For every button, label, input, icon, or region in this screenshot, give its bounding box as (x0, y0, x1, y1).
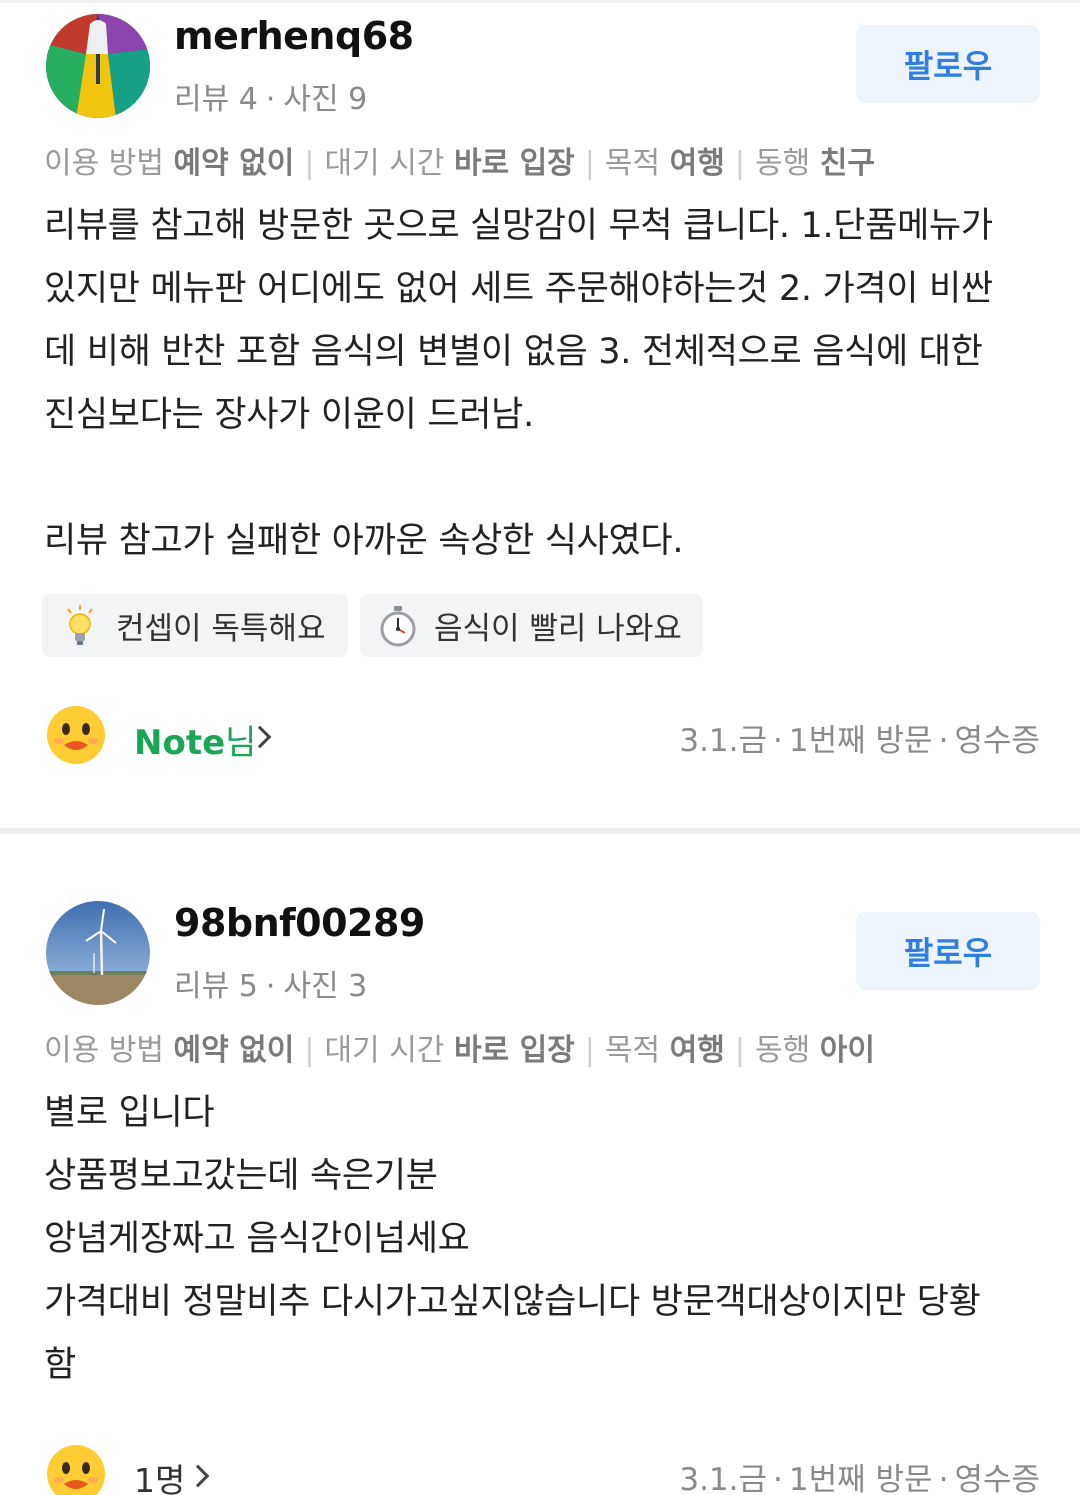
method-value: 예약 없이 (173, 146, 295, 181)
review-count: 리뷰 4 (174, 82, 258, 117)
purpose-value: 여행 (669, 146, 725, 181)
wait-label: 대기 시간 (324, 1033, 445, 1068)
visit-count: 1번째 방문 (788, 1462, 933, 1495)
visit-info: 이용 방법 예약 없이 | 대기 시간 바로 입장 | 목적 여행 | 동행 아이 (44, 1033, 875, 1068)
review-card: 98bnf00289 리뷰 5 · 사진 3 팔로우 이용 방법 예약 없이 | 대기 … (0, 836, 1080, 1495)
visit-count: 1번째 방문 (788, 723, 933, 759)
review-line: 진심보다는 장사가 이윤이 드러남. (44, 395, 534, 435)
wait-label: 대기 시간 (324, 146, 445, 181)
reaction-emoji-icon[interactable] (46, 1444, 106, 1495)
method-label: 이용 방법 (44, 1033, 164, 1068)
user-avatar[interactable] (46, 901, 150, 1005)
companion-value: 아이 (819, 1033, 875, 1068)
review-line: 가격대비 정말비추 다시가고싶지않습니다 방문객대상이지만 당황 (44, 1282, 981, 1322)
wait-value: 바로 입장 (453, 146, 575, 181)
user-avatar[interactable] (46, 14, 150, 118)
owner-emoji-avatar[interactable] (46, 705, 106, 765)
receipt-verification: 영수증 (954, 723, 1040, 759)
follow-button[interactable]: 팔로우 (856, 25, 1040, 103)
companion-value: 친구 (819, 146, 875, 181)
review-line (44, 447, 1044, 510)
user-stats: 리뷰 4 · 사진 9 (174, 82, 368, 117)
username[interactable]: merhenq68 (174, 14, 414, 58)
tag-chip[interactable]: 컨셉이 독특해요 (42, 594, 348, 657)
tag-label: 음식이 빨리 나와요 (434, 611, 682, 647)
review-line: 리뷰를 참고해 방문한 곳으로 실망감이 무척 큽니다. 1.단품메뉴가 (44, 206, 993, 246)
review-line: 함 (44, 1345, 76, 1385)
review-line: 앙념게장짜고 음식간이넘세요 (44, 1219, 470, 1259)
review-line: 데 비해 반찬 포함 음식의 변별이 없음 3. 전체적으로 음식에 대한 (44, 332, 983, 372)
review-card: merhenq68 리뷰 4 · 사진 9 팔로우 이용 방법 예약 없이 | 대기 시… (0, 0, 1080, 834)
photo-count: 사진 9 (283, 82, 368, 117)
tag-label: 컨셉이 독특해요 (116, 611, 326, 647)
visit-details: 3.1.금 · 1번째 방문 · 영수증 (679, 723, 1040, 759)
chevron-right-icon[interactable] (186, 1464, 210, 1488)
visit-date: 3.1.금 (679, 1462, 768, 1495)
username[interactable]: 98bnf00289 (174, 901, 425, 945)
wait-value: 바로 입장 (453, 1033, 575, 1068)
review-line: 있지만 메뉴판 어디에도 없어 세트 주문해야하는것 2. 가격이 비싼 (44, 269, 993, 309)
purpose-label: 목적 (604, 146, 661, 181)
review-line: 별로 입니다 (44, 1093, 215, 1133)
review-count: 리뷰 5 (174, 969, 258, 1004)
companion-label: 동행 (754, 1033, 811, 1068)
owner-reply-link[interactable]: Note님 (134, 715, 256, 764)
visit-info: 이용 방법 예약 없이 | 대기 시간 바로 입장 | 목적 여행 | 동행 친구 (44, 146, 875, 181)
photo-count: 사진 3 (283, 969, 368, 1004)
tag-chip[interactable]: 음식이 빨리 나와요 (360, 594, 703, 657)
owner-name: Note (134, 723, 226, 763)
owner-suffix: 님 (225, 723, 257, 763)
visit-details: 3.1.금 · 1번째 방문 · 영수증 (679, 1454, 1040, 1495)
method-label: 이용 방법 (44, 146, 164, 181)
lightbulb-icon (67, 604, 93, 645)
review-line: 상품평보고갔는데 속은기분 (44, 1156, 438, 1196)
user-stats: 리뷰 5 · 사진 3 (174, 969, 368, 1004)
receipt-verification: 영수증 (954, 1462, 1040, 1495)
purpose-label: 목적 (604, 1033, 661, 1068)
review-text[interactable]: 별로 입니다 상품평보고갔는데 속은기분 앙념게장짜고 음식간이넘세요 가격대비… (44, 1082, 1044, 1397)
review-divider (0, 828, 1080, 834)
purpose-value: 여행 (669, 1033, 725, 1068)
follow-button[interactable]: 팔로우 (856, 912, 1040, 990)
review-text[interactable]: 리뷰를 참고해 방문한 곳으로 실망감이 무척 큽니다. 1.단품메뉴가 있지만… (44, 195, 1044, 573)
stopwatch-icon (380, 605, 416, 646)
method-value: 예약 없이 (173, 1033, 295, 1068)
visit-date: 3.1.금 (679, 723, 768, 759)
review-line: 리뷰 참고가 실패한 아까운 속상한 식사였다. (44, 521, 684, 561)
reaction-count[interactable]: 1명 (134, 1454, 185, 1495)
companion-label: 동행 (754, 146, 811, 181)
